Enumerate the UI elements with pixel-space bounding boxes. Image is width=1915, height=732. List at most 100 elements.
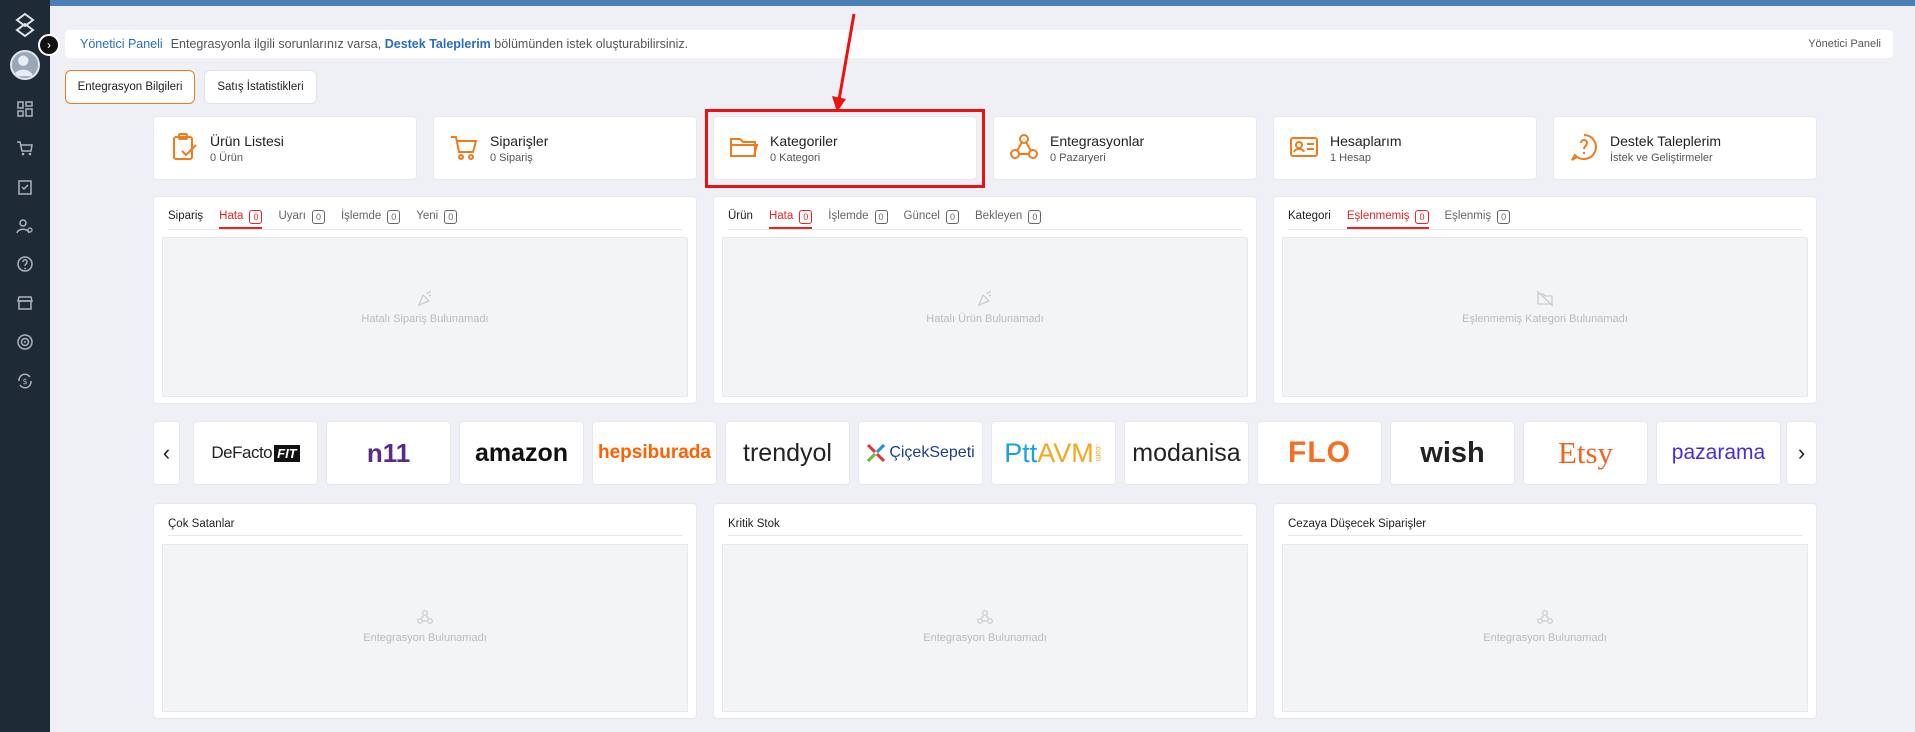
sidebar-toggle-button[interactable]: ›: [38, 34, 60, 56]
folder-off-icon: [1536, 290, 1554, 307]
logo-flo[interactable]: FLO: [1257, 421, 1382, 485]
empty-message: Entegrasyon Bulunamadı: [363, 632, 487, 644]
webhook-empty-icon: [417, 610, 433, 624]
dashboard-icon[interactable]: [16, 100, 34, 118]
card-title: Siparişler: [490, 133, 549, 149]
panel-tabs: Sipariş Hata 0 Uyarı 0 İşlemde 0 Yeni 0: [168, 210, 682, 230]
tab-error[interactable]: Hata 0: [768, 210, 813, 229]
user-settings-icon[interactable]: [16, 217, 34, 235]
annotation-highlight-box: [705, 109, 985, 188]
user-avatar[interactable]: [10, 50, 40, 80]
logo-etsy[interactable]: Etsy: [1523, 421, 1648, 485]
panel-title: Çok Satanlar: [168, 518, 682, 536]
breadcrumb-message-after: bölümünden istek oluşturabilirsiniz.: [494, 37, 689, 51]
party-popper-icon: [977, 290, 992, 307]
breadcrumb-home-link[interactable]: Yönetici Paneli: [80, 37, 163, 51]
panel-products: Ürün Hata 0 İşlemde 0 Güncel 0 Bekleyen 0 Ha…: [713, 196, 1257, 404]
logo-hepsiburada-text: hepsiburada: [598, 442, 711, 463]
empty-message: Hatalı Ürün Bulunamadı: [926, 313, 1044, 325]
card-support-requests[interactable]: Destek Taleplerim İstek ve Geliştirmeler: [1553, 116, 1817, 180]
count-badge: 0: [945, 210, 959, 224]
target-icon[interactable]: [16, 333, 34, 351]
card-orders[interactable]: Siparişler 0 Sipariş: [433, 116, 697, 180]
breadcrumb-message-before: Entegrasyonla ilgili sorunlarınız varsa,: [170, 37, 382, 51]
logo-modanisa[interactable]: modanisa: [1124, 421, 1249, 485]
logo-trendyol[interactable]: trendyol: [725, 421, 850, 485]
logo-defacto[interactable]: DeFacto FIT: [193, 421, 318, 485]
app-logo-icon[interactable]: [11, 11, 39, 39]
logo-pazarama[interactable]: pazarama: [1656, 421, 1781, 485]
card-accounts[interactable]: Hesaplarım 1 Hesap: [1273, 116, 1537, 180]
tab-processing[interactable]: İşlemde 0: [340, 210, 401, 229]
id-card-icon: [1288, 131, 1320, 163]
empty-state-area: Entegrasyon Bulunamadı: [162, 544, 688, 712]
count-badge: 0: [311, 210, 325, 224]
count-badge: 0: [249, 210, 263, 224]
help-nav-icon[interactable]: [16, 255, 34, 273]
tab-processing[interactable]: İşlemde 0: [828, 210, 888, 229]
empty-message: Entegrasyon Bulunamadı: [1483, 632, 1607, 644]
card-subtitle: 1 Hesap: [1330, 152, 1371, 164]
logo-hepsiburada[interactable]: hepsiburada: [592, 421, 717, 485]
tab-matched[interactable]: Eşlenmiş 0: [1445, 210, 1511, 229]
currency-sync-icon[interactable]: $: [16, 372, 34, 390]
webhook-empty-icon: [977, 610, 993, 624]
logo-n11[interactable]: n11: [326, 421, 451, 485]
count-badge: 0: [387, 210, 401, 224]
cart-icon: [448, 131, 480, 163]
logo-ciceksepeti[interactable]: ÇiçekSepeti: [858, 421, 983, 485]
support-requests-link[interactable]: Destek Taleplerim: [385, 37, 491, 51]
clipboard-check-icon: [168, 131, 200, 163]
card-product-list[interactable]: Ürün Listesi 0 Ürün: [153, 116, 417, 180]
logo-ptt-text: Ptt: [1004, 437, 1038, 468]
card-title: Ürün Listesi: [210, 133, 284, 149]
logo-pttavm[interactable]: Ptt AVM .com: [991, 421, 1116, 485]
empty-state-area: Entegrasyon Bulunamadı: [722, 544, 1248, 712]
tab-error[interactable]: Hata 0: [219, 210, 263, 229]
empty-state-area: Entegrasyon Bulunamadı: [1282, 544, 1808, 712]
tab-unmatched[interactable]: Eşlenmemiş 0: [1346, 210, 1429, 229]
card-integrations[interactable]: Entegrasyonlar 0 Pazaryeri: [993, 116, 1257, 180]
logo-amazon-text: amazon: [474, 438, 569, 467]
tab-integration-info[interactable]: Entegrasyon Bilgileri: [65, 70, 195, 104]
tab-warning[interactable]: Uyarı 0: [278, 210, 325, 229]
empty-state-area: Eşlenmemiş Kategori Bulunamadı: [1282, 237, 1808, 397]
checklist-icon[interactable]: [16, 178, 34, 196]
tab-new[interactable]: Yeni 0: [416, 210, 458, 229]
tab-label: Eşlenmiş: [1444, 210, 1492, 222]
card-title: Hesaplarım: [1330, 133, 1402, 149]
logo-wish[interactable]: wish: [1390, 421, 1515, 485]
panel-best-sellers: Çok Satanlar Entegrasyon Bulunamadı: [153, 503, 697, 719]
count-badge: 0: [874, 210, 888, 224]
tab-current[interactable]: Güncel 0: [904, 210, 959, 229]
card-subtitle: İstek ve Geliştirmeler: [1610, 152, 1713, 164]
tab-sales-stats[interactable]: Satış İstatistikleri: [204, 70, 317, 104]
logo-trendyol-text: trendyol: [743, 438, 832, 467]
logo-amazon[interactable]: amazon: [459, 421, 584, 485]
tab-label: Güncel: [903, 210, 940, 222]
logo-etsy-text: Etsy: [1557, 435, 1614, 470]
count-badge: 0: [1497, 210, 1511, 224]
tab-pending[interactable]: Bekleyen 0: [975, 210, 1042, 229]
store-icon[interactable]: [16, 294, 34, 312]
breadcrumb-right-label: Yönetici Paneli: [1808, 38, 1881, 50]
logo-wish-text: wish: [1420, 436, 1485, 469]
tab-label: İşlemde: [828, 210, 869, 222]
tab-label: Uyarı: [278, 210, 306, 222]
empty-message: Eşlenmemiş Kategori Bulunamadı: [1462, 313, 1628, 325]
panel-title: Sipariş: [168, 210, 204, 222]
tab-label: Hata: [219, 210, 244, 222]
carousel-next-button[interactable]: ›: [1786, 421, 1817, 485]
count-badge: 0: [1028, 210, 1042, 224]
annotation-arrow-icon: [832, 13, 856, 112]
cart-nav-icon[interactable]: [16, 139, 34, 157]
logo-flo-text: FLO: [1288, 436, 1351, 469]
help-circle-icon: [1568, 131, 1600, 163]
panel-orders: Sipariş Hata 0 Uyarı 0 İşlemde 0 Yeni 0 Hata…: [153, 196, 697, 404]
breadcrumb: Yönetici Paneli Entegrasyonla ilgili sor…: [65, 30, 1893, 58]
logo-avm-text: AVM: [1037, 437, 1094, 468]
tab-label: İşlemde: [340, 210, 382, 222]
sidebar: $: [0, 0, 50, 732]
count-badge: 0: [799, 210, 813, 224]
carousel-prev-button[interactable]: ‹: [153, 421, 180, 485]
